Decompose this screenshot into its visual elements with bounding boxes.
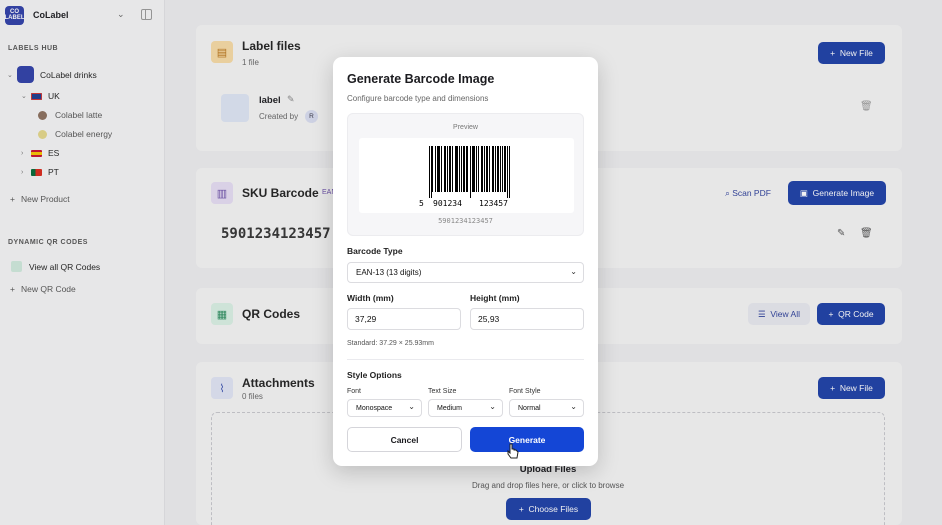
barcode-bar [456,146,457,192]
barcode-bar [464,146,465,192]
barcode-bar [435,146,436,192]
barcode-bar [461,146,462,192]
barcode-caption: 5901234123457 [438,217,493,225]
barcode-bar [452,146,453,192]
barcode-bar [450,146,451,192]
hand-cursor-icon [507,443,519,459]
height-label: Height (mm) [470,293,520,303]
barcode-bar [473,146,474,192]
barcode-bar [470,146,471,198]
barcode-bar [438,146,439,192]
barcode-bar [474,146,475,192]
style-options-title: Style Options [347,370,402,380]
barcode-bar [505,146,506,192]
barcode-bar [489,146,490,192]
barcode-bar [498,146,499,192]
divider [347,359,584,360]
barcode-bar [455,146,456,192]
width-value: 37,29 [355,314,377,324]
barcode-bar [509,146,510,198]
barcode-bar [482,146,483,192]
dialog-title: Generate Barcode Image [347,72,495,86]
chevron-down-icon: ⌄ [489,402,496,411]
barcode-bar [486,146,487,192]
barcode-bar [459,146,460,192]
barcode-type-label: Barcode Type [347,246,403,256]
barcode-bar [437,146,438,192]
barcode-bar [472,146,473,192]
font-select[interactable]: Monospace ⌄ [347,399,422,417]
barcode-left-digits: 901234 [433,199,462,208]
barcode-bar [497,146,498,192]
barcode-bar [431,146,432,198]
font-style-label: Font Style [509,388,541,395]
text-size-label: Text Size [428,388,457,395]
barcode-bar [507,146,508,198]
barcode-bar [481,146,482,192]
barcode-bar [467,146,468,192]
width-label: Width (mm) [347,293,394,303]
barcode-first-digit: 5 [419,199,424,208]
chevron-down-icon: ⌄ [570,402,577,411]
barcode-bar [441,146,442,192]
generate-button[interactable]: Generate [470,427,584,452]
standard-size-hint: Standard: 37.29 × 25.93mm [347,340,434,347]
barcode-bar [466,146,467,192]
dialog-subtitle: Configure barcode type and dimensions [347,94,489,103]
barcode-bar [444,146,445,192]
preview-canvas: 5 901234 123457 [359,138,574,213]
barcode-bar [502,146,503,192]
barcode-image: 5 901234 123457 [419,146,510,208]
font-style-select[interactable]: Normal ⌄ [509,399,584,417]
barcode-bar [500,146,501,192]
chevron-down-icon: ⌄ [570,267,577,276]
barcode-bar [504,146,505,192]
barcode-bar [457,146,458,192]
height-input[interactable]: 25,93 [470,308,584,330]
font-style-value: Normal [518,404,541,412]
barcode-bar [478,146,479,192]
barcode-bar [429,146,430,198]
barcode-bar [495,146,496,192]
text-size-value: Medium [437,404,462,412]
chevron-down-icon: ⌄ [408,402,415,411]
barcode-bar [493,146,494,192]
barcode-bar [487,146,488,192]
barcode-bar [463,146,464,192]
barcode-type-value: EAN-13 (13 digits) [356,268,422,277]
barcode-preview: Preview 5 901234 123457 5901234123457 [347,113,584,236]
barcode-type-select[interactable]: EAN-13 (13 digits) ⌄ [347,262,584,283]
preview-label: Preview [453,124,478,131]
generate-barcode-dialog: Generate Barcode Image Configure barcode… [333,57,598,466]
barcode-bar [492,146,493,192]
font-label: Font [347,388,362,395]
barcode-bar [432,146,433,192]
height-value: 25,93 [478,314,500,324]
barcode-bar [476,146,477,192]
barcode-bar [439,146,440,192]
width-input[interactable]: 37,29 [347,308,461,330]
font-value: Monospace [356,404,393,412]
barcode-bar [447,146,448,192]
barcode-right-digits: 123457 [479,199,508,208]
text-size-select[interactable]: Medium ⌄ [428,399,503,417]
barcode-bar [449,146,450,192]
cancel-button[interactable]: Cancel [347,427,462,452]
barcode-bar [445,146,446,192]
barcode-bar [484,146,485,192]
